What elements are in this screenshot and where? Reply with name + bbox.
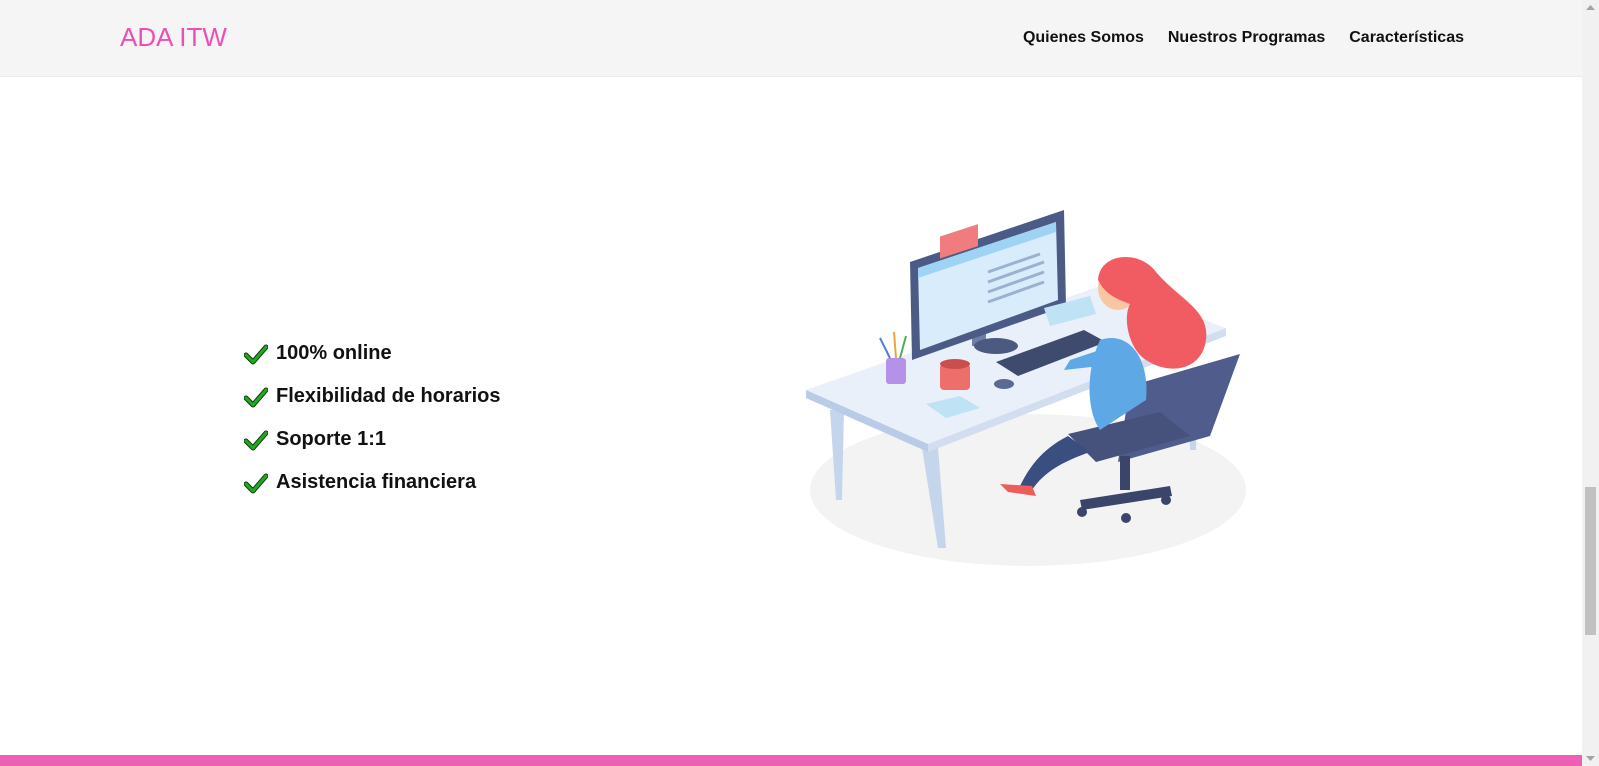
feature-item: Flexibilidad de horarios [244,375,501,418]
feature-list: 100% online Flexibilidad de horarios Sop… [244,332,501,504]
nav-link-quienes-somos[interactable]: Quienes Somos [1023,29,1144,47]
pencil [879,337,891,359]
check-icon [244,387,268,407]
feature-label: 100% online [276,342,392,364]
feature-item: Asistencia financiera [244,461,501,504]
scroll-down-arrow-icon[interactable] [1582,751,1599,766]
mug-top [940,359,970,369]
pencil [899,335,907,359]
chair-wheel [1077,507,1087,517]
pencil-cup [886,358,906,384]
navbar: ADA ITW Quienes Somos Nuestros Programas… [0,0,1582,77]
monitor-base [974,338,1018,354]
feature-label: Flexibilidad de horarios [276,385,501,407]
mouse [994,379,1014,389]
scrollbar-thumb[interactable] [1585,487,1596,635]
brand-logo[interactable]: ADA ITW [120,22,227,53]
page: ADA ITW Quienes Somos Nuestros Programas… [0,0,1599,766]
chair-post [1120,456,1130,490]
feature-item: 100% online [244,332,501,375]
nav-link-nuestros-programas[interactable]: Nuestros Programas [1168,29,1325,47]
chair-wheel [1121,513,1131,523]
nav-links: Quienes Somos Nuestros Programas Caracte… [1023,29,1464,47]
scroll-up-arrow-icon[interactable] [1582,0,1599,15]
feature-label: Asistencia financiera [276,471,477,493]
desk-illustration [806,210,1246,566]
feature-label: Soporte 1:1 [276,428,387,450]
scrollbar[interactable] [1582,0,1599,766]
check-icon [244,344,268,364]
chair-wheel [1161,495,1171,505]
check-icon [244,473,268,493]
feature-item: Soporte 1:1 [244,418,501,461]
nav-link-caracteristicas[interactable]: Características [1349,29,1464,47]
check-icon [244,430,268,450]
pencil [893,331,897,359]
footer-bar [0,755,1582,766]
